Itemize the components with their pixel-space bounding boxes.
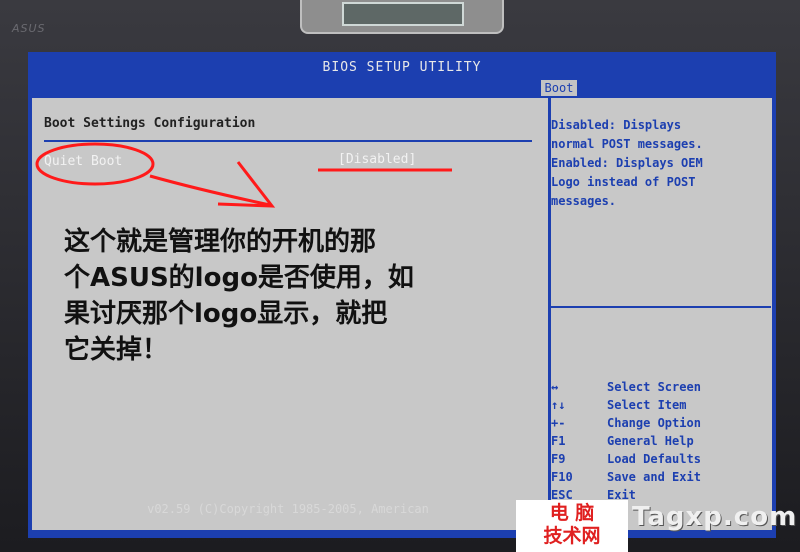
- help-pane: Disabled: Displays normal POST messages.…: [551, 98, 772, 530]
- brand-logo: ASUS: [12, 22, 46, 35]
- annotation-line: 个ASUS的logo是否使用，如: [64, 263, 414, 293]
- webcam-lens: [342, 2, 464, 26]
- annotation-line: 果讨厌那个logo显示，就把: [64, 299, 388, 329]
- help-line: messages.: [551, 194, 617, 208]
- key-legend: ↔ Select Screen ↑↓ Select Item +- Change Op…: [551, 380, 771, 506]
- watermark-cn-text: 电 脑 技术网: [516, 502, 628, 548]
- key-action: Change Option: [607, 416, 701, 430]
- section-title: Boot Settings Configuration: [44, 116, 256, 131]
- watermark-cn: 电 脑 技术网: [516, 500, 628, 552]
- key-action: Save and Exit: [607, 470, 701, 484]
- annotation-line: 这个就是管理你的开机的那: [64, 227, 377, 257]
- watermark-cn-line: 技术网: [543, 525, 601, 547]
- watermark-cn-line: 电 脑: [549, 502, 595, 524]
- help-line: Logo instead of POST: [551, 175, 696, 189]
- key-row: +- Change Option: [551, 416, 771, 434]
- help-divider: [551, 306, 771, 308]
- key-action: Select Screen: [607, 380, 701, 394]
- key-row: F1 General Help: [551, 434, 771, 452]
- key-action: General Help: [607, 434, 694, 448]
- tab-boot[interactable]: Boot: [541, 80, 577, 96]
- annotation-line: 它关掉！: [64, 335, 169, 365]
- quiet-boot-label[interactable]: Quiet Boot: [44, 154, 122, 169]
- help-line: Disabled: Displays: [551, 118, 682, 132]
- copyright-footer: v02.59 (C)Copyright 1985-2005, American: [147, 502, 429, 516]
- key-name: +-: [551, 416, 566, 430]
- key-row: F9 Load Defaults: [551, 452, 771, 470]
- key-name: F9: [551, 452, 566, 466]
- key-action: Load Defaults: [607, 452, 701, 466]
- key-name: F10: [551, 470, 573, 484]
- help-text: Disabled: Displays normal POST messages.…: [551, 116, 771, 211]
- help-line: Enabled: Displays OEM: [551, 156, 703, 170]
- section-divider: [44, 140, 532, 142]
- key-action: Select Item: [607, 398, 687, 412]
- key-row: F10 Save and Exit: [551, 470, 771, 488]
- annotation-text: 这个就是管理你的开机的那 个ASUS的logo是否使用，如 果讨厌那个logo显…: [64, 224, 524, 368]
- help-line: normal POST messages.: [551, 137, 703, 151]
- key-name: ↔: [551, 380, 559, 394]
- key-name: F1: [551, 434, 566, 448]
- webcam-housing: [300, 0, 504, 34]
- quiet-boot-value[interactable]: [Disabled]: [338, 152, 416, 167]
- bios-title: BIOS SETUP UTILITY: [322, 60, 482, 75]
- key-row: ↔ Select Screen: [551, 380, 771, 398]
- key-row: ↑↓ Select Item: [551, 398, 771, 416]
- watermark-en: Tagxp.com: [632, 502, 798, 532]
- key-name: ↑↓: [551, 398, 566, 412]
